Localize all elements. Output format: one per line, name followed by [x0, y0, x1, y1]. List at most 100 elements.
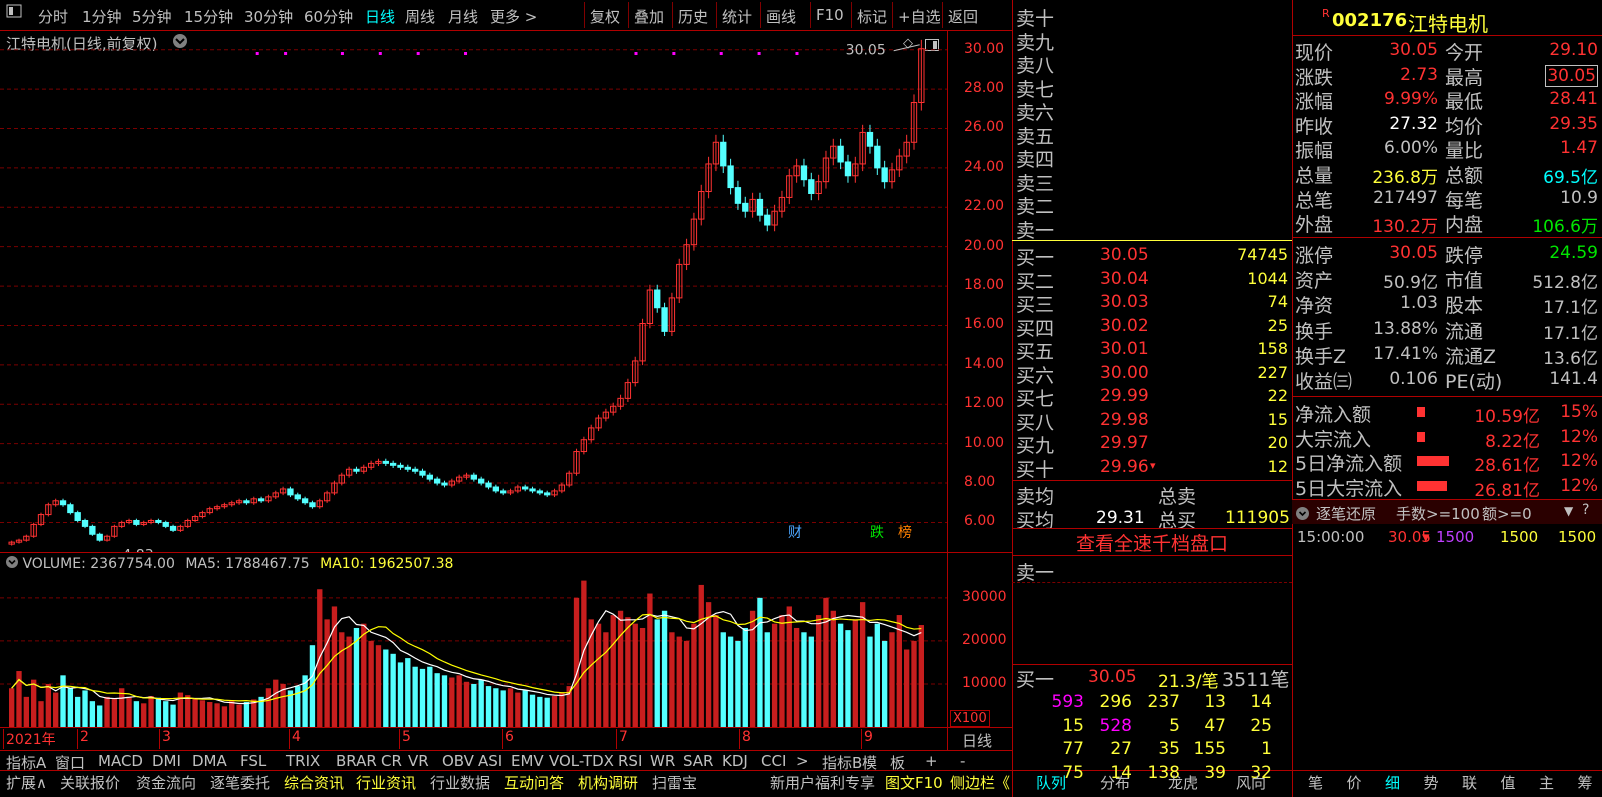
- ask-row[interactable]: 卖七: [1016, 75, 1290, 101]
- period-tab[interactable]: 周线: [405, 6, 435, 27]
- indicator-tab[interactable]: 窗口: [55, 752, 85, 773]
- event-badge[interactable]: 跌: [870, 525, 884, 541]
- indicator-tab[interactable]: CCI: [761, 752, 786, 770]
- toolbar-button[interactable]: +自选: [898, 6, 941, 27]
- indicator-tab[interactable]: 指标B: [822, 752, 862, 773]
- toolbar-button[interactable]: 返回: [948, 6, 978, 27]
- indicator-tab[interactable]: VOL-TDX: [549, 752, 614, 770]
- period-tab[interactable]: 1分钟: [82, 6, 122, 27]
- toolbar-button[interactable]: 标记: [857, 6, 887, 27]
- period-tab[interactable]: 15分钟: [184, 6, 233, 27]
- period-tab[interactable]: 更多 >: [490, 6, 537, 27]
- ask-row[interactable]: 卖八: [1016, 51, 1290, 77]
- fund-flow-row[interactable]: 5日大宗流入 26.81亿 12%: [1295, 474, 1600, 501]
- ask-row[interactable]: 卖十: [1016, 4, 1290, 30]
- indicator-tab[interactable]: -: [960, 752, 965, 770]
- bottom-tab[interactable]: 互动问答: [504, 772, 564, 793]
- window-menu-icon[interactable]: [6, 4, 22, 22]
- bottom-tab[interactable]: 扩展∧: [6, 772, 47, 793]
- bid-row[interactable]: 买五 30.01 158: [1016, 337, 1290, 363]
- quote-tab[interactable]: 主: [1539, 772, 1554, 793]
- event-badge[interactable]: 榜: [898, 524, 912, 541]
- bid-row[interactable]: 买十 29.96 ▾ 12: [1016, 455, 1290, 481]
- quote-tab[interactable]: 笔: [1308, 772, 1323, 793]
- indicator-tab[interactable]: VR: [408, 752, 429, 770]
- tick-filter-volume[interactable]: 手数>=100: [1396, 503, 1480, 524]
- bottom-tab[interactable]: 逐笔委托: [210, 772, 270, 793]
- chevron-down-icon[interactable]: [1296, 505, 1309, 524]
- volume-chart[interactable]: [0, 572, 947, 727]
- candlestick-chart[interactable]: ←4.83 30.05 财 跌榜: [0, 30, 947, 552]
- orderbook-tab[interactable]: 分布: [1100, 772, 1130, 793]
- event-marker[interactable]: [255, 52, 259, 55]
- quote-tab[interactable]: 势: [1424, 772, 1439, 793]
- period-tab[interactable]: 30分钟: [244, 6, 293, 27]
- period-tab[interactable]: 60分钟: [304, 6, 353, 27]
- indicator-tab[interactable]: DMA: [192, 752, 227, 770]
- bottom-tab[interactable]: 关联报价: [60, 772, 120, 793]
- bottom-tab[interactable]: 机构调研: [578, 772, 638, 793]
- bid-row[interactable]: 买二 30.04 1044: [1016, 267, 1290, 293]
- indicator-tab[interactable]: RSI: [618, 752, 642, 770]
- fund-flow-row[interactable]: 大宗流入 8.22亿 12%: [1295, 425, 1600, 452]
- help-icon[interactable]: ?: [1582, 502, 1589, 518]
- indicator-tab[interactable]: +: [925, 752, 938, 770]
- event-marker[interactable]: [634, 52, 638, 55]
- bid-row[interactable]: 买七 29.99 22: [1016, 384, 1290, 410]
- ask-row[interactable]: 卖五: [1016, 122, 1290, 148]
- quote-tab[interactable]: 联: [1462, 772, 1477, 793]
- indicator-tab[interactable]: >: [796, 752, 809, 770]
- indicator-tab[interactable]: DMI: [152, 752, 181, 770]
- filter-icon[interactable]: ▼: [1564, 504, 1573, 518]
- indicator-tab[interactable]: BRAR: [336, 752, 377, 770]
- indicator-tab[interactable]: 板: [890, 752, 905, 773]
- fund-flow-row[interactable]: 5日净流入额 28.61亿 12%: [1295, 449, 1600, 476]
- period-tab[interactable]: 月线: [448, 6, 478, 27]
- orderbook-tab[interactable]: 队列: [1036, 772, 1066, 793]
- orderbook-tab[interactable]: 龙虎: [1168, 772, 1198, 793]
- toolbar-button[interactable]: 历史: [678, 6, 708, 27]
- toolbar-button[interactable]: 复权: [590, 6, 620, 27]
- indicator-tab[interactable]: TRIX: [286, 752, 320, 770]
- toolbar-button[interactable]: 统计: [722, 6, 752, 27]
- indicator-tab[interactable]: FSL: [240, 752, 266, 770]
- bid-row[interactable]: 买六 30.00 227: [1016, 361, 1290, 387]
- chevron-down-icon[interactable]: [6, 556, 18, 572]
- quote-tab[interactable]: 价: [1347, 772, 1362, 793]
- indicator-tab[interactable]: ASI: [478, 752, 502, 770]
- ask-row[interactable]: 卖六: [1016, 98, 1290, 124]
- toolbar-button[interactable]: F10: [816, 6, 844, 24]
- ask-row[interactable]: 卖一: [1016, 216, 1290, 242]
- full-depth-button[interactable]: 查看全速千档盘口: [1012, 529, 1292, 556]
- event-marker[interactable]: [672, 52, 676, 55]
- indicator-tab[interactable]: WR: [650, 752, 675, 770]
- indicator-tab[interactable]: SAR: [683, 752, 713, 770]
- indicator-tab[interactable]: KDJ: [722, 752, 748, 770]
- bottom-tab[interactable]: 新用户福利专享: [770, 772, 875, 793]
- tick-filter-amount[interactable]: 额>=0: [1482, 503, 1532, 524]
- bottom-tab[interactable]: 资金流向: [136, 772, 196, 793]
- ask-row[interactable]: 卖九: [1016, 28, 1290, 54]
- quote-tab[interactable]: 细: [1385, 772, 1400, 793]
- toolbar-button[interactable]: 画线: [766, 6, 796, 27]
- orderbook-tab[interactable]: 风向: [1236, 772, 1266, 793]
- bid-row[interactable]: 买四 30.02 25: [1016, 314, 1290, 340]
- indicator-tab[interactable]: 指标A: [6, 752, 46, 773]
- event-marker[interactable]: [464, 52, 468, 55]
- event-marker[interactable]: [284, 52, 288, 55]
- event-marker[interactable]: [340, 52, 344, 55]
- bottom-tab[interactable]: 行业数据: [430, 772, 490, 793]
- bottom-tab[interactable]: 综合资讯: [284, 772, 344, 793]
- event-badge[interactable]: 财: [788, 525, 802, 541]
- indicator-tab[interactable]: EMV: [511, 752, 544, 770]
- ask-row[interactable]: 卖三: [1016, 169, 1290, 195]
- event-marker[interactable]: [378, 52, 382, 55]
- indicator-tab[interactable]: 模: [862, 752, 877, 773]
- event-marker[interactable]: [757, 52, 761, 55]
- tick-title[interactable]: 逐笔还原: [1316, 503, 1376, 524]
- event-marker[interactable]: [416, 52, 420, 55]
- ask-row[interactable]: 卖二: [1016, 192, 1290, 218]
- bottom-tab[interactable]: 侧边栏《: [950, 772, 1010, 793]
- bid-row[interactable]: 买三 30.03 74: [1016, 290, 1290, 316]
- ask-row[interactable]: 卖四: [1016, 145, 1290, 171]
